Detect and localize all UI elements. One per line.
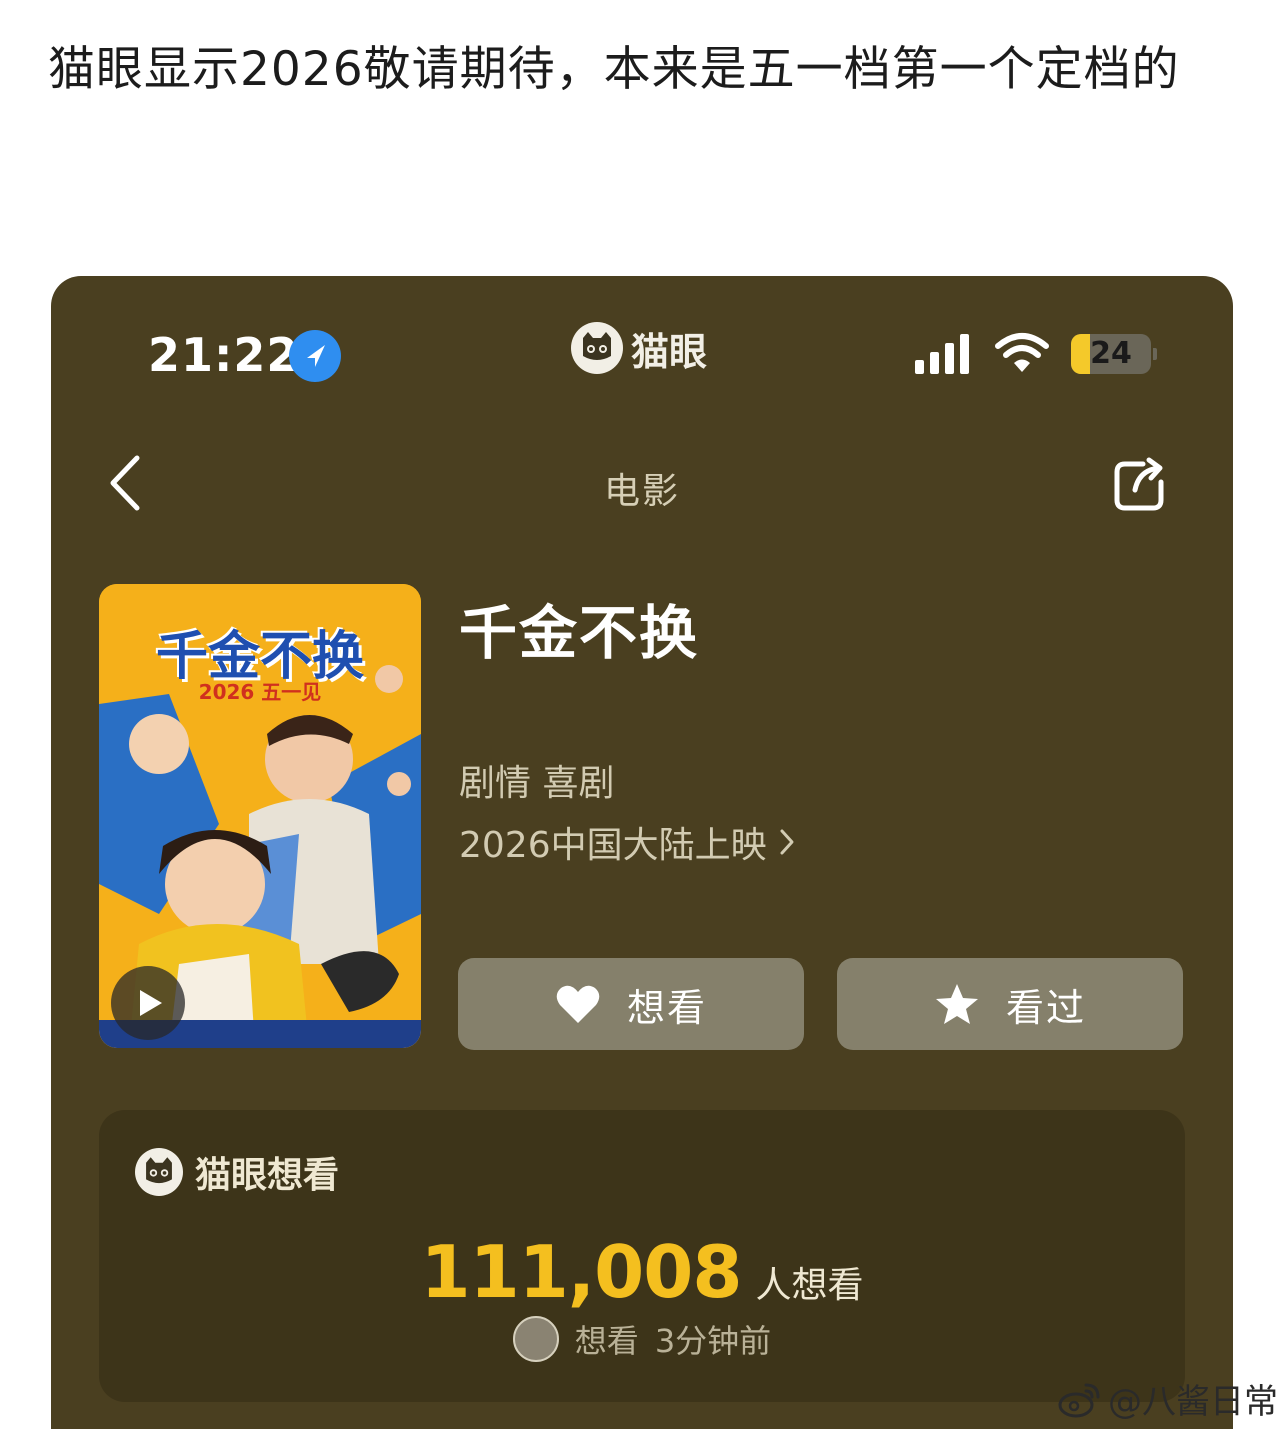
weibo-icon — [1058, 1383, 1100, 1417]
cell-signal-icon — [915, 334, 969, 374]
screenshot-frame: 21:22 猫眼 24 电影 千金不换 2026 五一见 千金不换 剧情 喜剧 … — [51, 276, 1233, 1429]
movie-poster[interactable]: 千金不换 2026 五一见 — [99, 584, 421, 1048]
want-to-watch-label: 想看 — [626, 985, 707, 1030]
watermark-text: @八酱日常 — [1108, 1382, 1278, 1422]
play-icon — [140, 990, 162, 1016]
weibo-watermark: @八酱日常 — [1058, 1374, 1278, 1423]
battery-indicator: 24 — [1071, 334, 1151, 374]
recent-activity: 想看 3分钟前 — [99, 1316, 1185, 1362]
watched-label: 看过 — [1005, 985, 1086, 1030]
battery-tip — [1153, 348, 1157, 360]
brand-label: 猫眼 — [631, 329, 708, 374]
watched-button[interactable]: 看过 — [837, 958, 1183, 1050]
chevron-right-icon — [780, 829, 794, 855]
play-trailer-button[interactable] — [111, 966, 185, 1040]
star-icon — [935, 984, 978, 1024]
poster-subtitle: 2026 五一见 — [198, 680, 322, 704]
want-count-row: 111,008 人想看 — [99, 1230, 1185, 1314]
release-info-link[interactable]: 2026中国大陆上映 — [459, 816, 797, 868]
want-count: 111,008 — [420, 1230, 743, 1314]
maoyan-cat-icon — [135, 1148, 183, 1196]
maoyan-cat-icon — [571, 322, 623, 374]
movie-genre: 剧情 喜剧 — [459, 763, 615, 804]
share-button[interactable] — [1109, 456, 1169, 516]
stats-header: 猫眼想看 — [135, 1146, 339, 1198]
activity-time: 3分钟前 — [654, 1322, 772, 1360]
want-to-watch-button[interactable]: 想看 — [458, 958, 804, 1050]
activity-action: 想看 — [574, 1322, 639, 1360]
location-arrow-icon — [289, 330, 341, 382]
release-info: 2026中国大陆上映 — [459, 825, 767, 866]
status-time: 21:22 — [148, 328, 300, 382]
wifi-icon — [995, 333, 1049, 372]
stats-label: 猫眼想看 — [195, 1155, 340, 1196]
want-stats-card: 猫眼想看 111,008 人想看 想看 3分钟前 — [99, 1110, 1185, 1402]
avatar — [512, 1316, 559, 1362]
nav-title: 电影 — [603, 471, 680, 512]
share-icon — [1114, 457, 1164, 511]
app-brand: 猫眼 — [571, 320, 707, 376]
want-count-unit: 人想看 — [755, 1265, 864, 1306]
movie-title: 千金不换 — [459, 599, 700, 667]
heart-icon — [556, 985, 600, 1023]
post-text: 猫眼显示2026敬请期待，本来是五一档第一个定档的 — [48, 42, 1180, 97]
battery-percent: 24 — [1090, 336, 1132, 371]
